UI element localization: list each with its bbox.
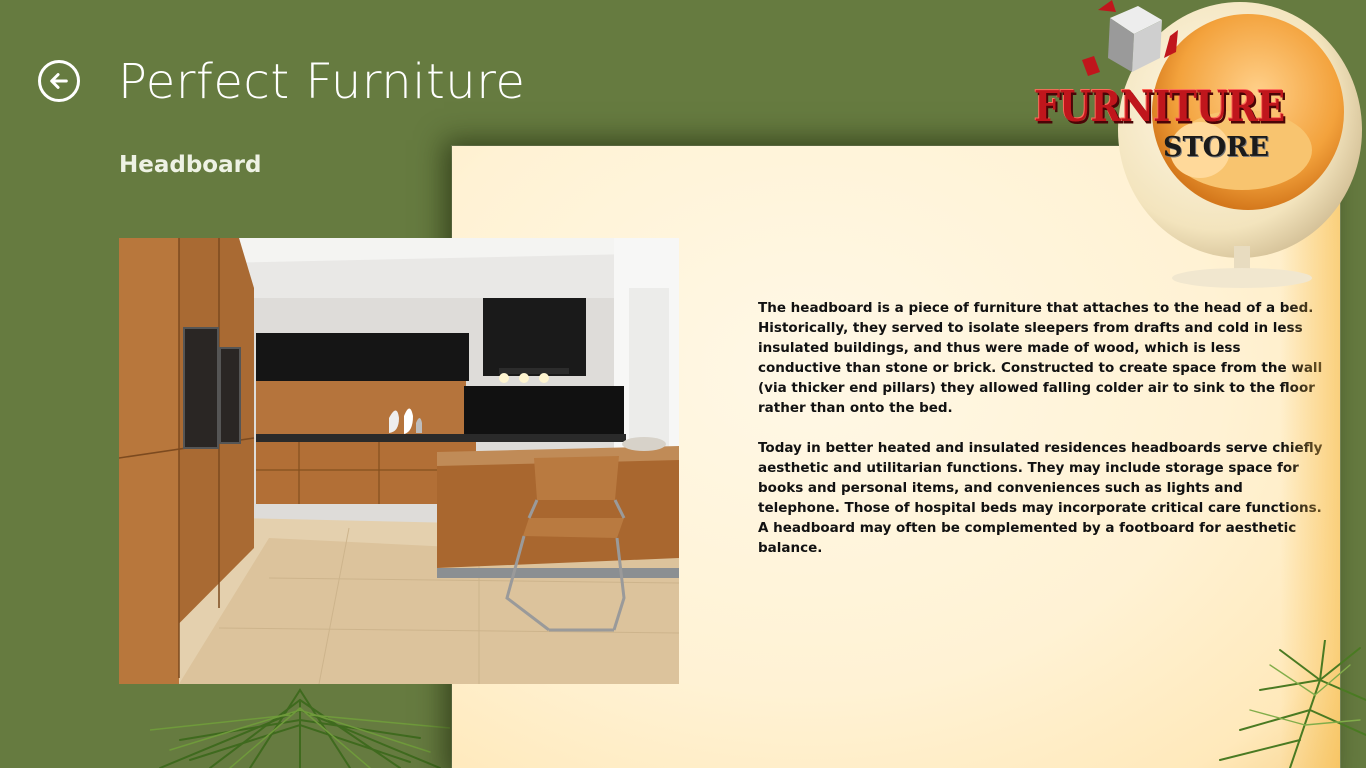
logo-word-store: STORE (1163, 132, 1270, 163)
description-paragraph: The headboard is a piece of furniture th… (758, 300, 1323, 416)
description-text: The headboard is a piece of furniture th… (758, 298, 1328, 558)
description-paragraph: Today in better heated and insulated res… (758, 440, 1323, 556)
furniture-store-logo: FURNITURE STORE (1020, 0, 1366, 300)
back-button[interactable] (38, 60, 80, 102)
product-image (119, 238, 679, 684)
back-arrow-icon (50, 73, 68, 89)
item-title: Headboard (119, 152, 262, 178)
pine-branch-left-decoration (150, 688, 450, 768)
pine-branch-right-decoration (1219, 640, 1366, 768)
page-title: Perfect Furniture (118, 54, 526, 110)
logo-word-furniture: FURNITURE (1034, 80, 1285, 132)
app-root: Perfect Furniture Headboard The headboar… (0, 0, 1366, 768)
